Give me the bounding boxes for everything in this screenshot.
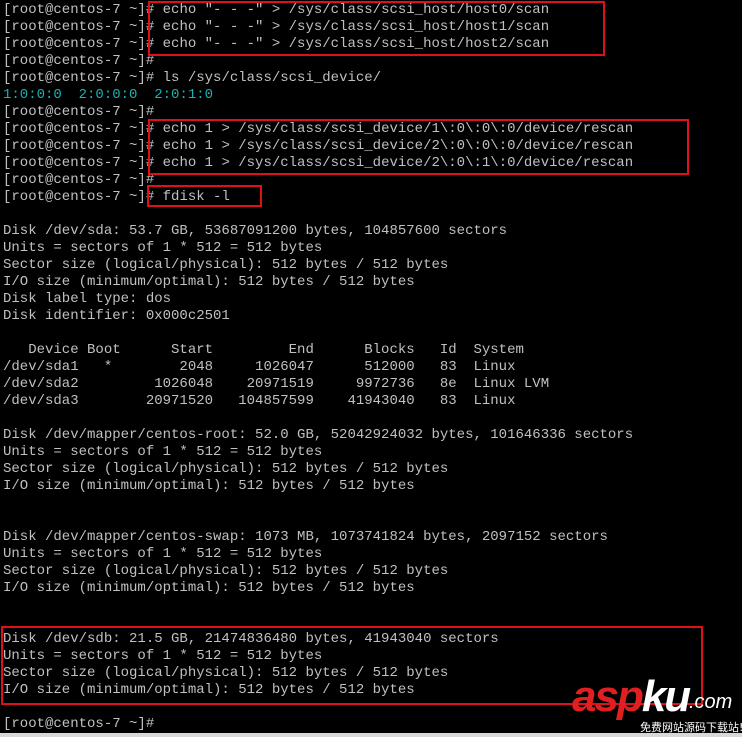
output-text: Sector size (logical/physical): 512 byte… bbox=[3, 563, 449, 579]
output-line: /dev/sda3 20971520 104857599 41943040 83… bbox=[3, 393, 515, 410]
output-text: Sector size (logical/physical): 512 byte… bbox=[3, 257, 449, 273]
output-line: /dev/sda2 1026048 20971519 9972736 8e Li… bbox=[3, 376, 549, 393]
prompt-line: [root@centos-7 ~]# ls /sys/class/scsi_de… bbox=[3, 70, 381, 87]
prompt-line: [root@centos-7 ~]# bbox=[3, 53, 154, 70]
output-line: I/O size (minimum/optimal): 512 bytes / … bbox=[3, 580, 415, 597]
output-text: Disk label type: dos bbox=[3, 291, 172, 307]
output-line: I/O size (minimum/optimal): 512 bytes / … bbox=[3, 478, 415, 495]
shell-prompt: [root@centos-7 ~]# bbox=[3, 36, 155, 52]
output-text: /dev/sda2 1026048 20971519 9972736 8e Li… bbox=[3, 376, 550, 392]
prompt-line: [root@centos-7 ~]# bbox=[3, 104, 154, 121]
highlight-box-scsi-host-scan bbox=[148, 1, 605, 56]
output-text: Disk identifier: 0x000c2501 bbox=[3, 308, 230, 324]
prompt-line: [root@centos-7 ~]# bbox=[3, 716, 154, 733]
shell-prompt: [root@centos-7 ~]# bbox=[3, 2, 155, 18]
output-line: Disk label type: dos bbox=[3, 291, 171, 308]
output-line: Units = sectors of 1 * 512 = 512 bytes bbox=[3, 240, 322, 257]
output-line: Sector size (logical/physical): 512 byte… bbox=[3, 563, 448, 580]
output-line: Disk identifier: 0x000c2501 bbox=[3, 308, 230, 325]
output-text: /dev/sda3 20971520 104857599 41943040 83… bbox=[3, 393, 516, 409]
shell-prompt: [root@centos-7 ~]# bbox=[3, 121, 155, 137]
output-text: I/O size (minimum/optimal): 512 bytes / … bbox=[3, 580, 415, 596]
output-text: /dev/sda1 * 2048 1026047 512000 83 Linux bbox=[3, 359, 516, 375]
shell-prompt: [root@centos-7 ~]# bbox=[3, 104, 155, 120]
shell-prompt: [root@centos-7 ~]# bbox=[3, 172, 155, 188]
command-text: ls /sys/class/scsi_device/ bbox=[154, 70, 382, 86]
output-line: Disk /dev/mapper/centos-root: 52.0 GB, 5… bbox=[3, 427, 633, 444]
output-text: Units = sectors of 1 * 512 = 512 bytes bbox=[3, 546, 323, 562]
output-line: Units = sectors of 1 * 512 = 512 bytes bbox=[3, 444, 322, 461]
output-text: Disk /dev/mapper/centos-swap: 1073 MB, 1… bbox=[3, 529, 608, 545]
watermark-brand-white: ku bbox=[641, 672, 691, 721]
highlight-box-fdisk bbox=[147, 185, 262, 207]
output-text: 1:0:0:0 2:0:0:0 2:0:1:0 bbox=[3, 87, 214, 103]
shell-prompt: [root@centos-7 ~]# bbox=[3, 53, 155, 69]
watermark-logo: aspku .com 免费网站源码下载站! bbox=[572, 672, 742, 735]
output-line: Sector size (logical/physical): 512 byte… bbox=[3, 257, 448, 274]
bottom-border bbox=[0, 733, 742, 737]
output-text: I/O size (minimum/optimal): 512 bytes / … bbox=[3, 478, 415, 494]
terminal-window[interactable]: [root@centos-7 ~]# echo "- - -" > /sys/c… bbox=[0, 0, 742, 733]
output-line: Sector size (logical/physical): 512 byte… bbox=[3, 461, 448, 478]
output-text: Device Boot Start End Blocks Id System bbox=[3, 342, 524, 358]
shell-prompt: [root@centos-7 ~]# bbox=[3, 19, 155, 35]
shell-prompt: [root@centos-7 ~]# bbox=[3, 138, 155, 154]
shell-prompt: [root@centos-7 ~]# bbox=[3, 70, 155, 86]
output-text: Disk /dev/sda: 53.7 GB, 53687091200 byte… bbox=[3, 223, 508, 239]
prompt-line: [root@centos-7 ~]# bbox=[3, 172, 154, 189]
shell-prompt: [root@centos-7 ~]# bbox=[3, 716, 155, 732]
output-line: Disk /dev/sda: 53.7 GB, 53687091200 byte… bbox=[3, 223, 507, 240]
output-text: Units = sectors of 1 * 512 = 512 bytes bbox=[3, 444, 323, 460]
output-line: Disk /dev/mapper/centos-swap: 1073 MB, 1… bbox=[3, 529, 608, 546]
output-line: Units = sectors of 1 * 512 = 512 bytes bbox=[3, 546, 322, 563]
output-text: Disk /dev/mapper/centos-root: 52.0 GB, 5… bbox=[3, 427, 634, 443]
output-line: Device Boot Start End Blocks Id System bbox=[3, 342, 524, 359]
output-line: /dev/sda1 * 2048 1026047 512000 83 Linux bbox=[3, 359, 515, 376]
output-text: I/O size (minimum/optimal): 512 bytes / … bbox=[3, 274, 415, 290]
output-line: 1:0:0:0 2:0:0:0 2:0:1:0 bbox=[3, 87, 213, 104]
shell-prompt: [root@centos-7 ~]# bbox=[3, 155, 155, 171]
output-text: Sector size (logical/physical): 512 byte… bbox=[3, 461, 449, 477]
output-text: Units = sectors of 1 * 512 = 512 bytes bbox=[3, 240, 323, 256]
watermark-brand-red: asp bbox=[572, 672, 644, 721]
shell-prompt: [root@centos-7 ~]# bbox=[3, 189, 155, 205]
highlight-box-scsi-device-rescan bbox=[148, 119, 689, 175]
watermark-suffix: .com bbox=[689, 691, 733, 713]
output-line: I/O size (minimum/optimal): 512 bytes / … bbox=[3, 274, 415, 291]
